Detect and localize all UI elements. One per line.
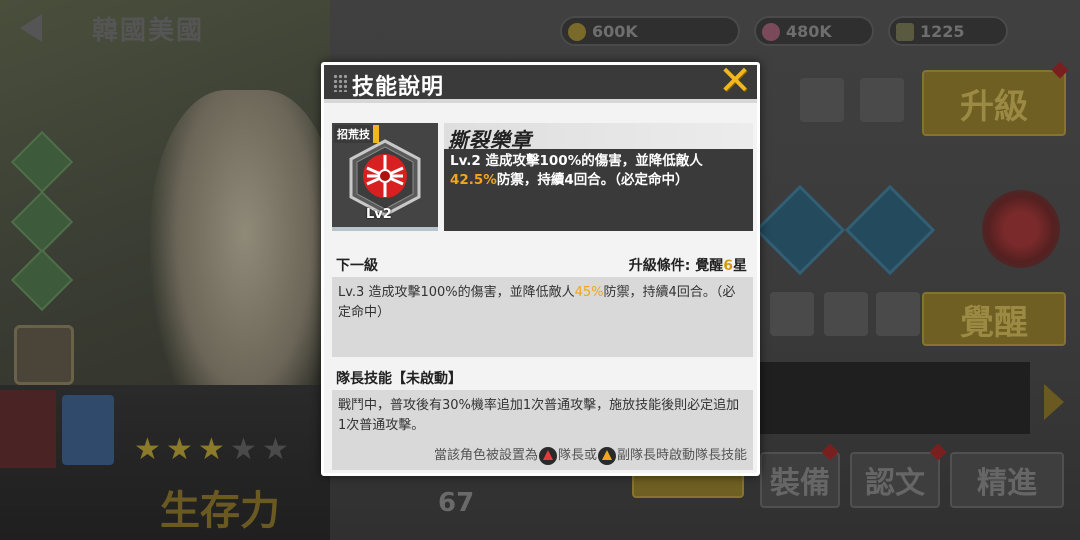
close-button[interactable]: ✕ bbox=[715, 61, 755, 101]
screen-title: 韓國美國 bbox=[92, 16, 205, 46]
upgrade-condition-value: 6 bbox=[723, 258, 733, 274]
next-desc-value: 45% bbox=[574, 285, 604, 300]
skill-description-dialog: 技能說明 ✕ 招荒技 Lv2 撕裂樂章 Lv.2 造成攻擊100%的傷害，並降低… bbox=[321, 61, 760, 476]
dialog-header: 技能說明 ✕ bbox=[324, 61, 757, 103]
next-level-label: 下一級 bbox=[336, 258, 378, 274]
grip-icon bbox=[333, 74, 347, 92]
leader-skill-label: 隊長技能【未啟動】 bbox=[336, 371, 462, 387]
next-desc-text: Lv.3 造成攻擊100%的傷害，並降低敵人 bbox=[338, 285, 575, 300]
survival-stat-value: 67 bbox=[438, 488, 475, 518]
gem-resource[interactable]: 480K bbox=[754, 16, 874, 46]
skill-emblem-icon bbox=[349, 139, 421, 217]
side-menu-icon[interactable] bbox=[14, 325, 74, 385]
skill-desc-text: 防禦，持續4回合。（必定命中） bbox=[496, 172, 689, 188]
element-icon bbox=[0, 390, 56, 468]
gem-amount: 480K bbox=[786, 21, 832, 41]
footnote-text: 當該角色被設置為 bbox=[433, 448, 538, 463]
skill-icon-frame: 招荒技 Lv2 bbox=[332, 123, 438, 231]
equip-button[interactable]: 裝備 bbox=[760, 452, 840, 508]
stat-panel bbox=[760, 362, 1030, 434]
leader-skill-text: 戰鬥中，普攻後有30%機率追加1次普通攻擊，施放技能後則必定追加1次普通攻擊。 bbox=[338, 398, 740, 433]
skill-level-badge: Lv2 bbox=[366, 207, 392, 222]
upgrade-button[interactable]: 升級 bbox=[922, 70, 1066, 136]
skill-desc-value: 42.5% bbox=[450, 172, 497, 188]
stamina-resource[interactable]: 1225 bbox=[888, 16, 1008, 46]
next-arrow-icon[interactable] bbox=[1044, 384, 1064, 420]
skill-slot-3[interactable] bbox=[982, 190, 1060, 268]
survival-stat-label: 生存力 bbox=[160, 487, 280, 534]
vice-captain-icon bbox=[597, 447, 616, 465]
upgrade-condition: 升級條件: 覺醒6星 bbox=[629, 255, 747, 275]
stamina-amount: 1225 bbox=[920, 21, 965, 41]
star-empty-icon: ★ bbox=[230, 432, 257, 467]
leader-skill-description: 戰鬥中，普攻後有30%機率追加1次普通攻擊，施放技能後則必定追加1次普通攻擊。 … bbox=[332, 390, 753, 470]
gem-icon bbox=[762, 23, 780, 41]
next-level-description: Lv.3 造成攻擊100%的傷害，並降低敵人45%防禦，持續4回合。（必定命中） bbox=[332, 277, 753, 357]
star-icon: ★ bbox=[166, 432, 193, 467]
awaken-button[interactable]: 覺醒 bbox=[922, 292, 1066, 346]
item-tile[interactable] bbox=[800, 78, 844, 122]
item-tile[interactable] bbox=[860, 78, 904, 122]
star-empty-icon: ★ bbox=[262, 432, 289, 467]
gear-tile[interactable] bbox=[770, 292, 814, 336]
footnote-text: 副隊長時啟動隊長技能 bbox=[616, 448, 747, 463]
skill-desc-text: Lv.2 造成攻擊100%的傷害，並降低敵人 bbox=[450, 153, 703, 169]
captain-icon bbox=[538, 447, 557, 465]
gold-resource[interactable]: 600K bbox=[560, 16, 740, 46]
star-icon: ★ bbox=[198, 432, 225, 467]
refine-button[interactable]: 精進 bbox=[950, 452, 1064, 508]
leader-skill-footnote: 當該角色被設置為 隊長或 副隊長時啟動隊長技能 bbox=[434, 446, 747, 466]
skill-description: Lv.2 造成攻擊100%的傷害，並降低敵人 42.5%防禦，持續4回合。（必定命… bbox=[444, 149, 753, 231]
upgrade-condition-suffix: 星 bbox=[733, 258, 747, 274]
dialog-title: 技能說明 bbox=[352, 75, 445, 100]
stamina-icon bbox=[896, 23, 914, 41]
gear-tile[interactable] bbox=[876, 292, 920, 336]
coin-icon bbox=[568, 23, 586, 41]
star-icon: ★ bbox=[134, 432, 161, 467]
ops-button[interactable]: 認文 bbox=[850, 452, 940, 508]
footnote-text: 隊長或 bbox=[557, 448, 597, 463]
gold-amount: 600K bbox=[592, 21, 638, 41]
resource-bar: 600K 480K 1225 bbox=[560, 12, 1060, 50]
close-x-icon: ✕ bbox=[718, 58, 752, 104]
back-arrow-icon[interactable] bbox=[20, 14, 42, 42]
gear-tile[interactable] bbox=[824, 292, 868, 336]
upgrade-condition-label: 升級條件: 覺醒 bbox=[628, 258, 724, 274]
skill-name-bar: 撕裂樂章 bbox=[444, 123, 753, 152]
class-gear-icon bbox=[62, 395, 114, 465]
